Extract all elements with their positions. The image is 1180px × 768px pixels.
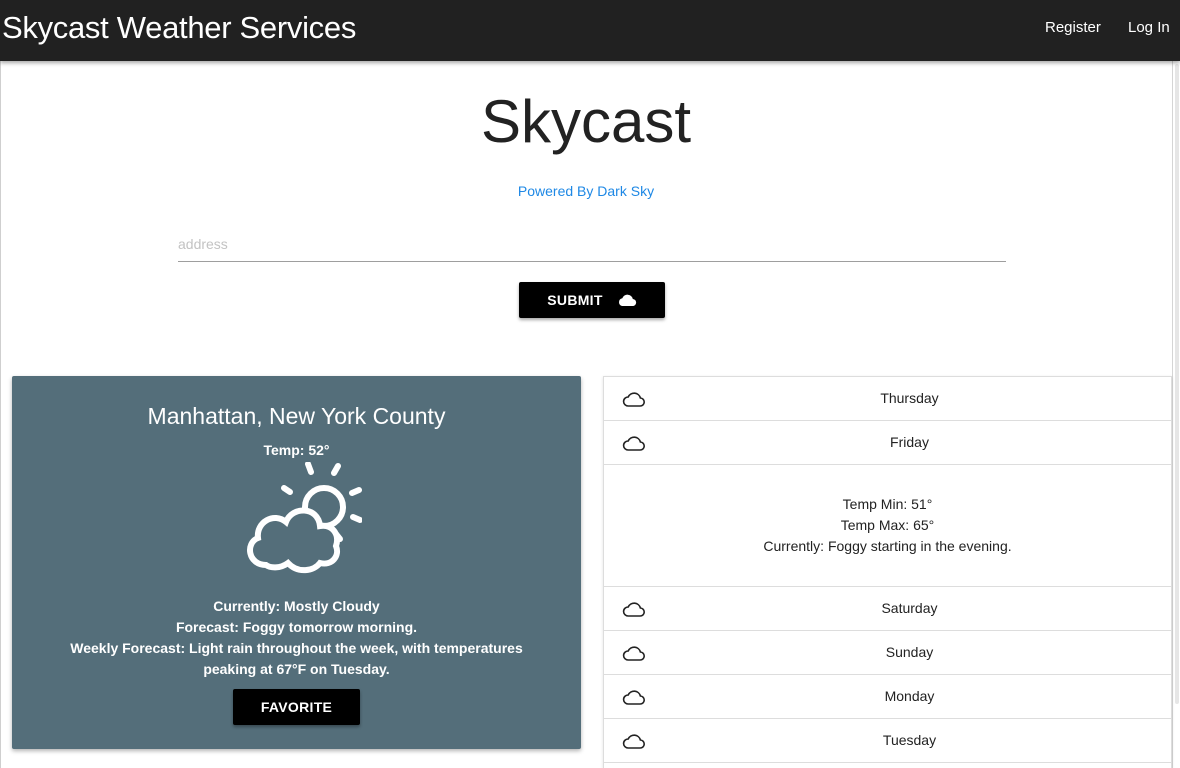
login-link[interactable]: Log In: [1128, 19, 1170, 37]
favorite-button[interactable]: FAVORITE: [233, 689, 360, 725]
day-row-tuesday[interactable]: Tuesday: [604, 719, 1171, 763]
partly-cloudy-day-icon: [232, 461, 363, 582]
day-name: Monday: [884, 688, 935, 704]
forecast-text: Forecast: Foggy tomorrow morning.: [175, 619, 418, 635]
address-input[interactable]: [178, 226, 1006, 262]
page-border-left: [0, 61, 1, 768]
day-name: Tuesday: [882, 732, 937, 748]
temp-max: Temp Max: 65°: [840, 517, 935, 533]
day-row-monday[interactable]: Monday: [604, 675, 1171, 719]
day-name: Saturday: [881, 600, 938, 616]
cloud-icon: [617, 293, 637, 307]
weekly-forecast-text: Weekly Forecast: Light rain throughout t…: [70, 640, 523, 677]
currently-text: Currently: Mostly Cloudy: [213, 598, 380, 614]
current-temp: Temp: 52°: [263, 442, 330, 458]
submit-button-label: SUBMIT: [547, 292, 603, 308]
current-weather-card: Manhattan, New York County Temp: 52° Cur…: [12, 376, 581, 749]
day-name: Thursday: [880, 390, 939, 406]
temp-min: Temp Min: 51°: [842, 496, 933, 512]
location-name: Manhattan, New York County: [147, 403, 446, 429]
powered-by-link[interactable]: Powered By Dark Sky: [0, 183, 1180, 199]
weather-description: Currently: Mostly Cloudy Forecast: Foggy…: [42, 596, 551, 680]
day-name: Friday: [890, 434, 929, 450]
top-navbar: Skycast Weather Services Register Log In: [0, 0, 1180, 61]
scrollbar-thumb[interactable]: [1175, 64, 1179, 704]
page-title: Skycast: [480, 88, 692, 155]
brand-title[interactable]: Skycast Weather Services: [2, 11, 356, 45]
daily-forecast-list: Thursday Friday Temp Min: 51° Temp Max: …: [603, 376, 1172, 768]
day-row-saturday[interactable]: Saturday: [604, 587, 1171, 631]
day-row-friday[interactable]: Friday: [604, 421, 1171, 465]
day-currently: Currently: Foggy starting in the evening…: [763, 538, 1012, 554]
day-row-sunday[interactable]: Sunday: [604, 631, 1171, 675]
submit-button[interactable]: SUBMIT: [519, 282, 665, 318]
day-name: Sunday: [885, 644, 934, 660]
day-row-thursday[interactable]: Thursday: [604, 377, 1171, 421]
day-detail-text: Temp Min: 51° Temp Max: 65° Currently: F…: [604, 494, 1171, 557]
page-border-right: [1172, 61, 1173, 768]
day-detail-friday: Temp Min: 51° Temp Max: 65° Currently: F…: [604, 465, 1171, 587]
register-link[interactable]: Register: [1045, 19, 1101, 37]
